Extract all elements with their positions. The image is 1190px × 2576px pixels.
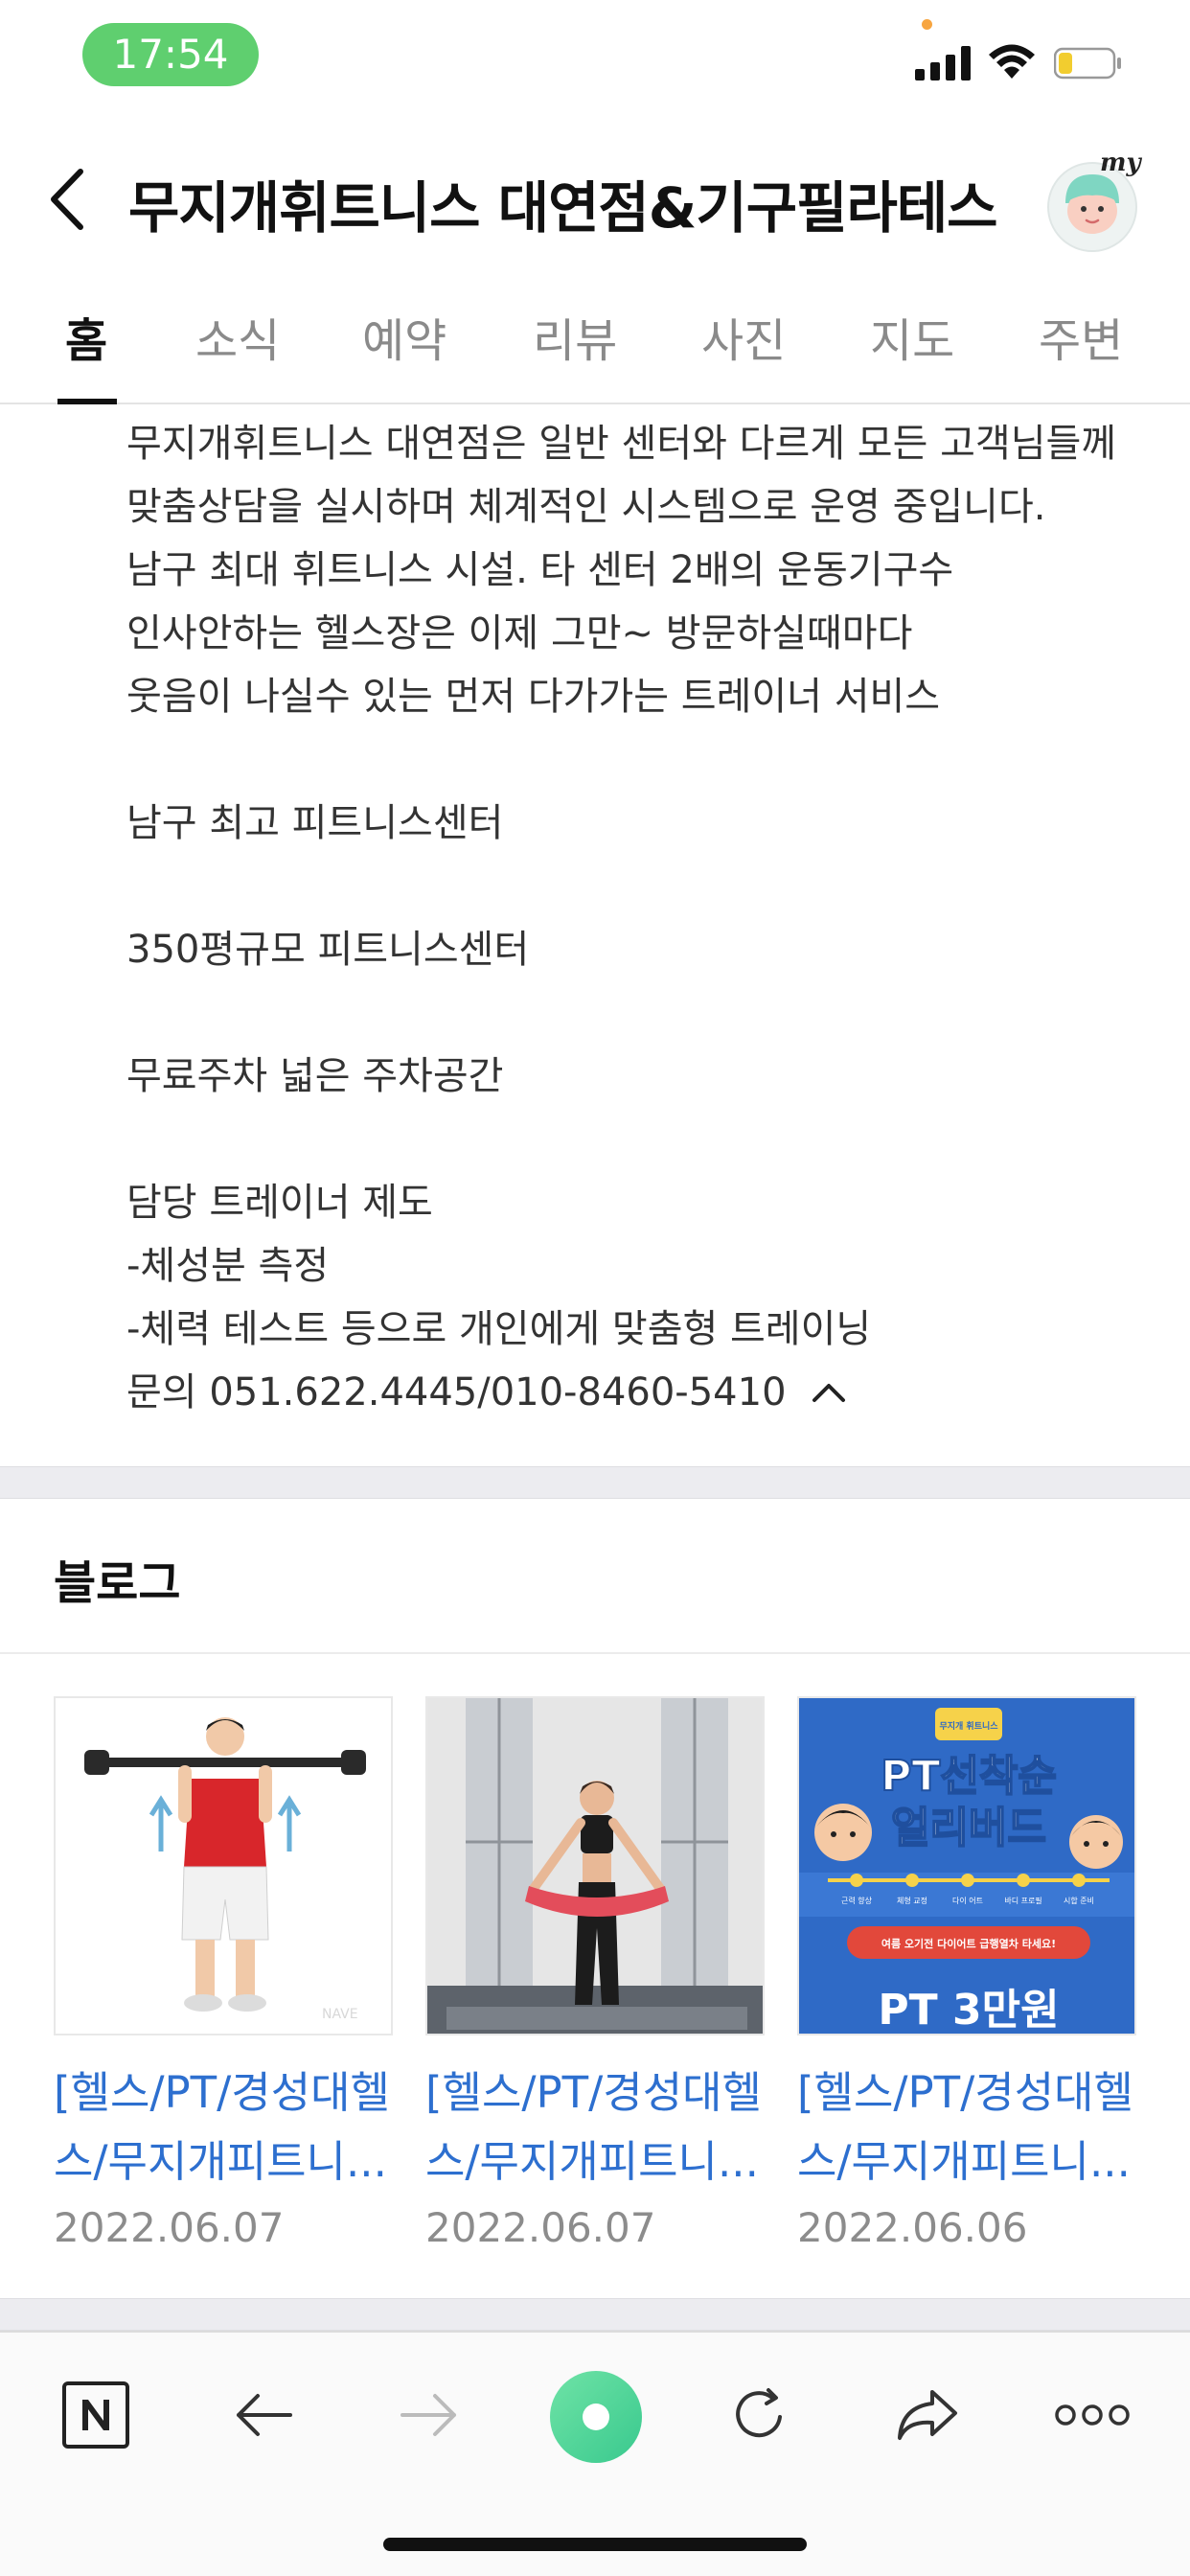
tab-bar: 홈 소식 예약 리뷰 사진 지도 주변 [0,288,1190,404]
tab-news[interactable]: 소식 [195,303,280,370]
chevron-up-icon [812,1384,845,1402]
browser-toolbar [0,2331,1190,2576]
blog-title-line: 스/무지개피트니... [54,2136,387,2187]
contact-line: 문의 051.622.4445/010-8460-5410 [126,1361,1152,1424]
svg-text:바디 프로필: 바디 프로필 [1004,1896,1041,1905]
wifi-icon [989,44,1035,79]
blog-title-line: [헬스/PT/경성대헬 [54,2067,390,2118]
barbell-curl-image: NAVE [56,1698,391,2034]
description-line: 인사안하는 헬스장은 이제 그만~ 방문하실때마다 [126,611,913,656]
blog-post-card[interactable]: [헬스/PT/경성대헬 스/무지개피트니... 2022.06.07 [425,1696,765,2251]
section-divider [0,2298,1190,2331]
blog-section-title: 블로그 [54,1556,181,1610]
green-dot-button[interactable] [546,2367,646,2467]
privacy-indicator-dot [922,19,932,30]
place-header: 무지개휘트니스 대연점&기구필라테스 my [0,134,1190,259]
description-line: 남구 최고 피트니스센터 [126,801,504,845]
blog-post-date: 2022.06.07 [425,2204,656,2251]
svg-text:시합 준비: 시합 준비 [1064,1897,1094,1905]
svg-text:여름 오기전 다이어트 급행열차 타세요!: 여름 오기전 다이어트 급행열차 타세요! [881,1937,1056,1950]
blog-title-line: 스/무지개피트니... [797,2136,1131,2187]
blog-post-title[interactable]: [헬스/PT/경성대헬 스/무지개피트니... [54,2058,393,2196]
svg-text:근력 향상: 근력 향상 [841,1896,873,1905]
svg-text:얼리버드: 얼리버드 [891,1804,1046,1852]
home-indicator[interactable] [383,2538,807,2551]
place-description: 무지개휘트니스 대연점은 일반 센터와 다르게 모든 고객님들께 맞춤상담을 실… [126,412,1152,1424]
blog-section-header: 블로그 [0,1501,1190,1654]
svg-text:체형 교정: 체형 교정 [897,1896,927,1905]
blog-post-date: 2022.06.06 [797,2204,1028,2251]
blog-post-date: 2022.06.07 [54,2204,285,2251]
browser-forward-button[interactable] [381,2367,477,2463]
section-divider [0,1466,1190,1499]
svg-text:다이 어트: 다이 어트 [952,1896,983,1905]
description-line: 담당 트레이너 제도 [126,1181,433,1225]
description-line: 무지개휘트니스 대연점은 일반 센터와 다르게 모든 고객님들께 [126,422,1117,466]
status-time: 17:54 [82,23,259,86]
description-line: 남구 최대 휘트니스 시설. 타 센터 2배의 운동기구수 [126,548,954,592]
arrow-left-icon [237,2394,292,2436]
description-line: 웃음이 나실수 있는 먼저 다가가는 트레이너 서비스 [126,675,941,719]
back-button[interactable] [38,161,96,238]
naver-home-button[interactable] [48,2367,144,2463]
blog-post-title[interactable]: [헬스/PT/경성대헬 스/무지개피트니... [425,2058,765,2196]
svg-text:NAVE: NAVE [322,2007,358,2022]
tab-map[interactable]: 지도 [870,303,954,370]
blog-post-card[interactable]: 무지개 휘트니스 PT선착순 얼리버드 근력 향상 체형 교정 다이 어트 바디… [797,1696,1136,2251]
svg-text:PT 3만원: PT 3만원 [878,1986,1059,2035]
browser-back-button[interactable] [216,2367,311,2463]
tab-photos[interactable]: 사진 [701,303,786,370]
blog-thumbnail: NAVE [54,1696,393,2036]
cellular-signal-icon [915,46,971,80]
green-dot-icon [550,2371,642,2463]
blog-title-line: 스/무지개피트니... [425,2136,759,2187]
description-line: 350평규모 피트니스센터 [126,928,530,972]
blog-title-line: [헬스/PT/경성대헬 [425,2067,762,2118]
description-line: -체성분 측정 [126,1244,330,1288]
active-tab-indicator [57,399,117,404]
collapse-button[interactable] [810,1373,848,1412]
chevron-left-icon [51,169,83,230]
tab-reviews[interactable]: 리뷰 [533,303,617,370]
more-button[interactable] [1044,2367,1140,2463]
tab-booking[interactable]: 예약 [362,303,446,370]
my-profile-button[interactable]: my [1044,148,1150,253]
description-line: -체력 테스트 등으로 개인에게 맞춤형 트레이닝 [126,1307,872,1351]
page-title: 무지개휘트니스 대연점&기구필라테스 [128,175,998,241]
tab-nearby[interactable]: 주변 [1039,303,1123,370]
tab-home[interactable]: 홈 [65,303,107,370]
blog-post-card[interactable]: NAVE [헬스/PT/경성대헬 스/무지개피트니... 2022.06.07 [54,1696,393,2251]
share-button[interactable] [880,2367,975,2463]
contact-text: 문의 051.622.4445/010-8460-5410 [126,1370,787,1414]
svg-text:my: my [1100,149,1143,177]
description-line: 무료주차 넓은 주차공간 [126,1054,504,1098]
share-arrow-icon [898,2390,957,2440]
battery-icon [1054,47,1121,80]
naver-n-icon [62,2381,129,2449]
arrow-right-icon [400,2394,456,2436]
blog-thumbnail [425,1696,765,2036]
blog-title-line: [헬스/PT/경성대헬 [797,2067,1133,2118]
pt-early-bird-poster: 무지개 휘트니스 PT선착순 얼리버드 근력 향상 체형 교정 다이 어트 바디… [799,1698,1134,2035]
blog-post-title[interactable]: [헬스/PT/경성대헬 스/무지개피트니... [797,2058,1136,2196]
svg-text:무지개 휘트니스: 무지개 휘트니스 [939,1720,998,1732]
resistance-band-image [427,1698,763,2034]
svg-text:PT선착순: PT선착순 [881,1752,1057,1801]
blog-thumbnail: 무지개 휘트니스 PT선착순 얼리버드 근력 향상 체형 교정 다이 어트 바디… [797,1696,1136,2036]
refresh-icon [736,2388,782,2438]
status-bar: 17:54 [0,0,1190,115]
refresh-button[interactable] [713,2367,809,2463]
description-line: 맞춤상담을 실시하며 체계적인 시스템으로 운영 중입니다. [126,485,1046,529]
more-dots-icon [1055,2404,1130,2426]
avatar-icon: my [1047,149,1143,252]
